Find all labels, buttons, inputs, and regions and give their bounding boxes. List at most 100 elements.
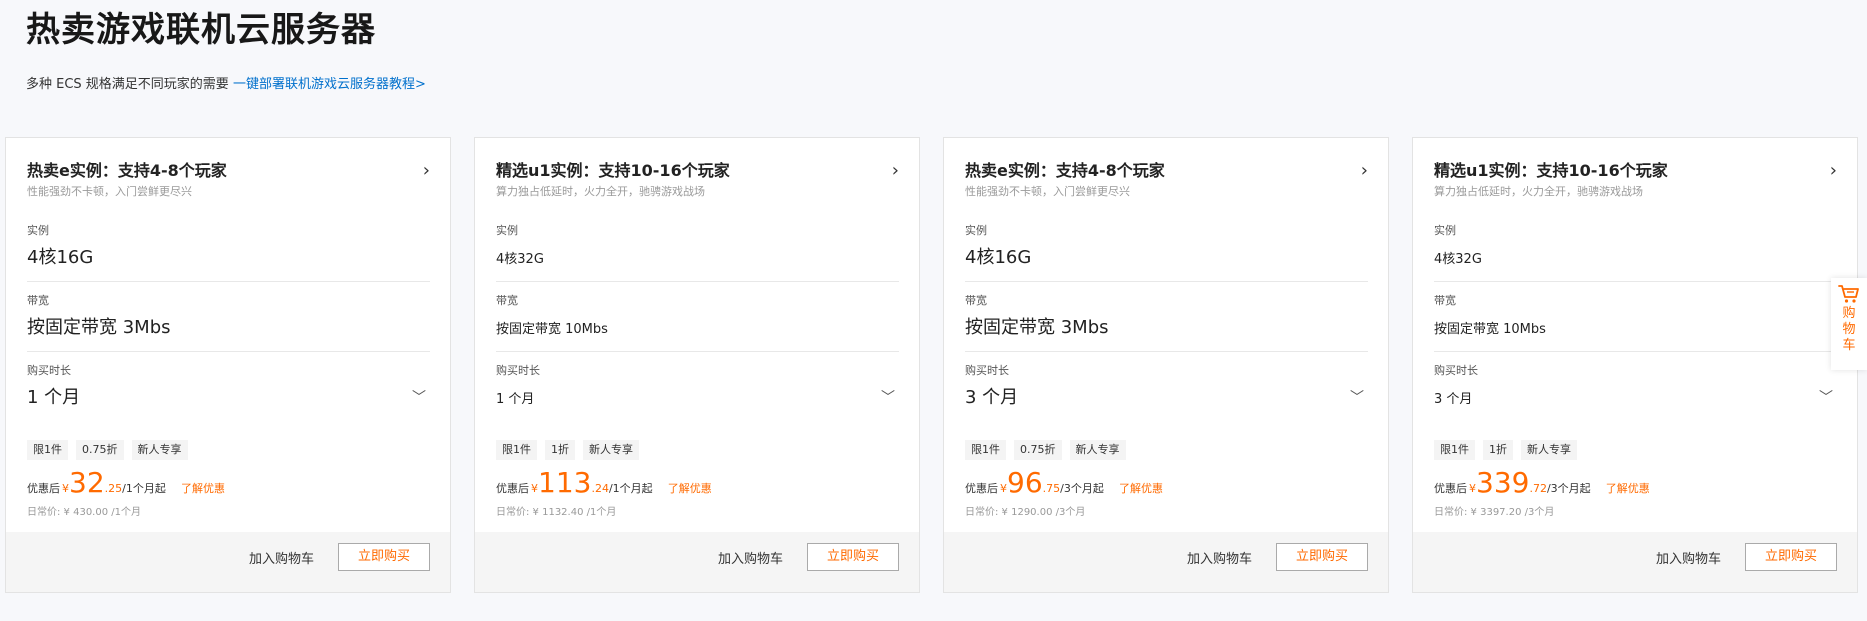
duration-select[interactable]: 购买时长 1 个月 ﹀ — [496, 363, 899, 421]
price-row: 优惠后 ¥96.75/3个月起 了解优惠 — [965, 468, 1163, 504]
floating-cart-label: 购物车 — [1842, 306, 1856, 353]
price-decimal: .72 — [1529, 482, 1547, 495]
currency-symbol: ¥ — [1000, 482, 1007, 495]
tag: 1折 — [545, 440, 575, 460]
card-title: 热卖e实例：支持4-8个玩家 — [965, 161, 1165, 180]
price-prefix: 优惠后 — [965, 482, 998, 495]
chevron-right-icon[interactable]: › — [892, 160, 899, 182]
bandwidth-label: 带宽 — [965, 294, 987, 307]
duration-value: 1 个月 — [27, 387, 81, 408]
bandwidth-field: 带宽 按固定带宽 3Mbs — [965, 293, 1368, 352]
card-header[interactable]: 精选u1实例：支持10-16个玩家 算力独占低延时，火力全开，驰骋游戏战场 › — [1434, 160, 1837, 200]
instance-label: 实例 — [1434, 224, 1456, 237]
chevron-right-icon[interactable]: › — [423, 160, 430, 182]
chevron-right-icon[interactable]: › — [1361, 160, 1368, 182]
tag: 限1件 — [1434, 440, 1475, 460]
shopping-cart-icon — [1838, 285, 1859, 303]
card-title: 热卖e实例：支持4-8个玩家 — [27, 161, 227, 180]
price-row: 优惠后 ¥339.72/3个月起 了解优惠 — [1434, 468, 1650, 504]
instance-value: 4核16G — [965, 247, 1032, 268]
buy-now-button[interactable]: 立即购买 — [1276, 543, 1368, 571]
instance-field: 实例 4核16G — [27, 223, 430, 282]
buy-now-button[interactable]: 立即购买 — [1745, 543, 1837, 571]
instance-field: 实例 4核32G — [1434, 223, 1837, 282]
price-unit: /1个月起 — [608, 482, 653, 495]
instance-label: 实例 — [27, 224, 49, 237]
product-card: 热卖e实例：支持4-8个玩家 性能强劲不卡顿，入门尝鲜更尽兴 › 实例 4核16… — [943, 137, 1389, 593]
chevron-down-icon[interactable]: ﹀ — [1819, 387, 1833, 407]
original-price: 日常价: ¥ 430.00 /1个月 — [27, 507, 141, 518]
promo-link[interactable]: 了解优惠 — [1119, 482, 1163, 495]
card-description: 性能强劲不卡顿，入门尝鲜更尽兴 — [965, 185, 1130, 198]
duration-label: 购买时长 — [1434, 364, 1478, 377]
price-unit: /3个月起 — [1060, 482, 1104, 495]
tag: 新人专享 — [583, 440, 639, 460]
tag: 0.75折 — [1014, 440, 1062, 460]
tag: 1折 — [1483, 440, 1513, 460]
duration-select[interactable]: 购买时长 3 个月 ﹀ — [965, 363, 1368, 421]
tag: 限1件 — [496, 440, 537, 460]
price-decimal: .25 — [104, 482, 123, 495]
instance-field: 实例 4核16G — [965, 223, 1368, 282]
duration-select[interactable]: 购买时长 3 个月 ﹀ — [1434, 363, 1837, 421]
price-unit: /1个月起 — [122, 482, 166, 495]
deploy-tutorial-link[interactable]: 一键部署联机游戏云服务器教程> — [233, 77, 426, 92]
card-footer: 加入购物车 立即购买 — [475, 532, 919, 592]
chevron-down-icon[interactable]: ﹀ — [412, 387, 426, 407]
original-price: 日常价: ¥ 3397.20 /3个月 — [1434, 507, 1555, 518]
card-footer: 加入购物车 立即购买 — [1413, 532, 1857, 592]
tag-list: 限1件 0.75折 新人专享 — [965, 440, 1126, 460]
promo-link[interactable]: 了解优惠 — [1606, 482, 1650, 495]
add-to-cart-button[interactable]: 加入购物车 — [1187, 550, 1252, 570]
duration-select[interactable]: 购买时长 1 个月 ﹀ — [27, 363, 430, 421]
bandwidth-label: 带宽 — [27, 294, 49, 307]
instance-field: 实例 4核32G — [496, 223, 899, 282]
card-header[interactable]: 热卖e实例：支持4-8个玩家 性能强劲不卡顿，入门尝鲜更尽兴 › — [965, 160, 1368, 200]
tag-list: 限1件 1折 新人专享 — [1434, 440, 1577, 460]
chevron-down-icon[interactable]: ﹀ — [881, 387, 895, 407]
product-card: 热卖e实例：支持4-8个玩家 性能强劲不卡顿，入门尝鲜更尽兴 › 实例 4核16… — [5, 137, 451, 593]
tag-list: 限1件 1折 新人专享 — [496, 440, 639, 460]
currency-symbol: ¥ — [62, 482, 69, 495]
price-prefix: 优惠后 — [27, 482, 60, 495]
card-footer: 加入购物车 立即购买 — [6, 532, 450, 592]
price-unit: /3个月起 — [1546, 482, 1591, 495]
product-card: 精选u1实例：支持10-16个玩家 算力独占低延时，火力全开，驰骋游戏战场 › … — [1412, 137, 1858, 593]
bandwidth-value: 按固定带宽 10Mbs — [1434, 322, 1546, 337]
bandwidth-label: 带宽 — [496, 294, 518, 307]
card-description: 算力独占低延时，火力全开，驰骋游戏战场 — [1434, 185, 1643, 198]
chevron-right-icon[interactable]: › — [1830, 160, 1837, 182]
price-prefix: 优惠后 — [1434, 482, 1467, 495]
tag: 新人专享 — [1069, 440, 1126, 460]
currency-symbol: ¥ — [1469, 482, 1476, 495]
original-price: 日常价: ¥ 1132.40 /1个月 — [496, 507, 617, 518]
price-row: 优惠后 ¥113.24/1个月起 了解优惠 — [496, 468, 712, 504]
bandwidth-field: 带宽 按固定带宽 3Mbs — [27, 293, 430, 352]
card-header[interactable]: 热卖e实例：支持4-8个玩家 性能强劲不卡顿，入门尝鲜更尽兴 › — [27, 160, 430, 200]
promo-link[interactable]: 了解优惠 — [668, 482, 712, 495]
subtitle-text: 多种 ECS 规格满足不同玩家的需要 — [26, 77, 229, 92]
buy-now-button[interactable]: 立即购买 — [338, 543, 430, 571]
price-decimal: .75 — [1042, 482, 1061, 495]
duration-value: 1 个月 — [496, 392, 535, 407]
tag: 限1件 — [965, 440, 1006, 460]
price-integer: 96 — [1007, 466, 1043, 499]
add-to-cart-button[interactable]: 加入购物车 — [718, 550, 783, 570]
promo-link[interactable]: 了解优惠 — [181, 482, 225, 495]
product-card: 精选u1实例：支持10-16个玩家 算力独占低延时，火力全开，驰骋游戏战场 › … — [474, 137, 920, 593]
chevron-down-icon[interactable]: ﹀ — [1350, 387, 1364, 407]
price-integer: 339 — [1476, 466, 1530, 499]
duration-label: 购买时长 — [496, 364, 540, 377]
add-to-cart-button[interactable]: 加入购物车 — [249, 550, 314, 570]
instance-value: 4核32G — [1434, 252, 1482, 267]
floating-cart-button[interactable]: 购物车 — [1831, 278, 1867, 370]
bandwidth-field: 带宽 按固定带宽 10Mbs — [1434, 293, 1837, 352]
tag: 限1件 — [27, 440, 68, 460]
bandwidth-value: 按固定带宽 3Mbs — [965, 317, 1109, 338]
page-subtitle: 多种 ECS 规格满足不同玩家的需要 一键部署联机游戏云服务器教程> — [26, 75, 426, 95]
card-header[interactable]: 精选u1实例：支持10-16个玩家 算力独占低延时，火力全开，驰骋游戏战场 › — [496, 160, 899, 200]
bandwidth-value: 按固定带宽 10Mbs — [496, 322, 608, 337]
buy-now-button[interactable]: 立即购买 — [807, 543, 899, 571]
add-to-cart-button[interactable]: 加入购物车 — [1656, 550, 1721, 570]
price-decimal: .24 — [591, 482, 609, 495]
